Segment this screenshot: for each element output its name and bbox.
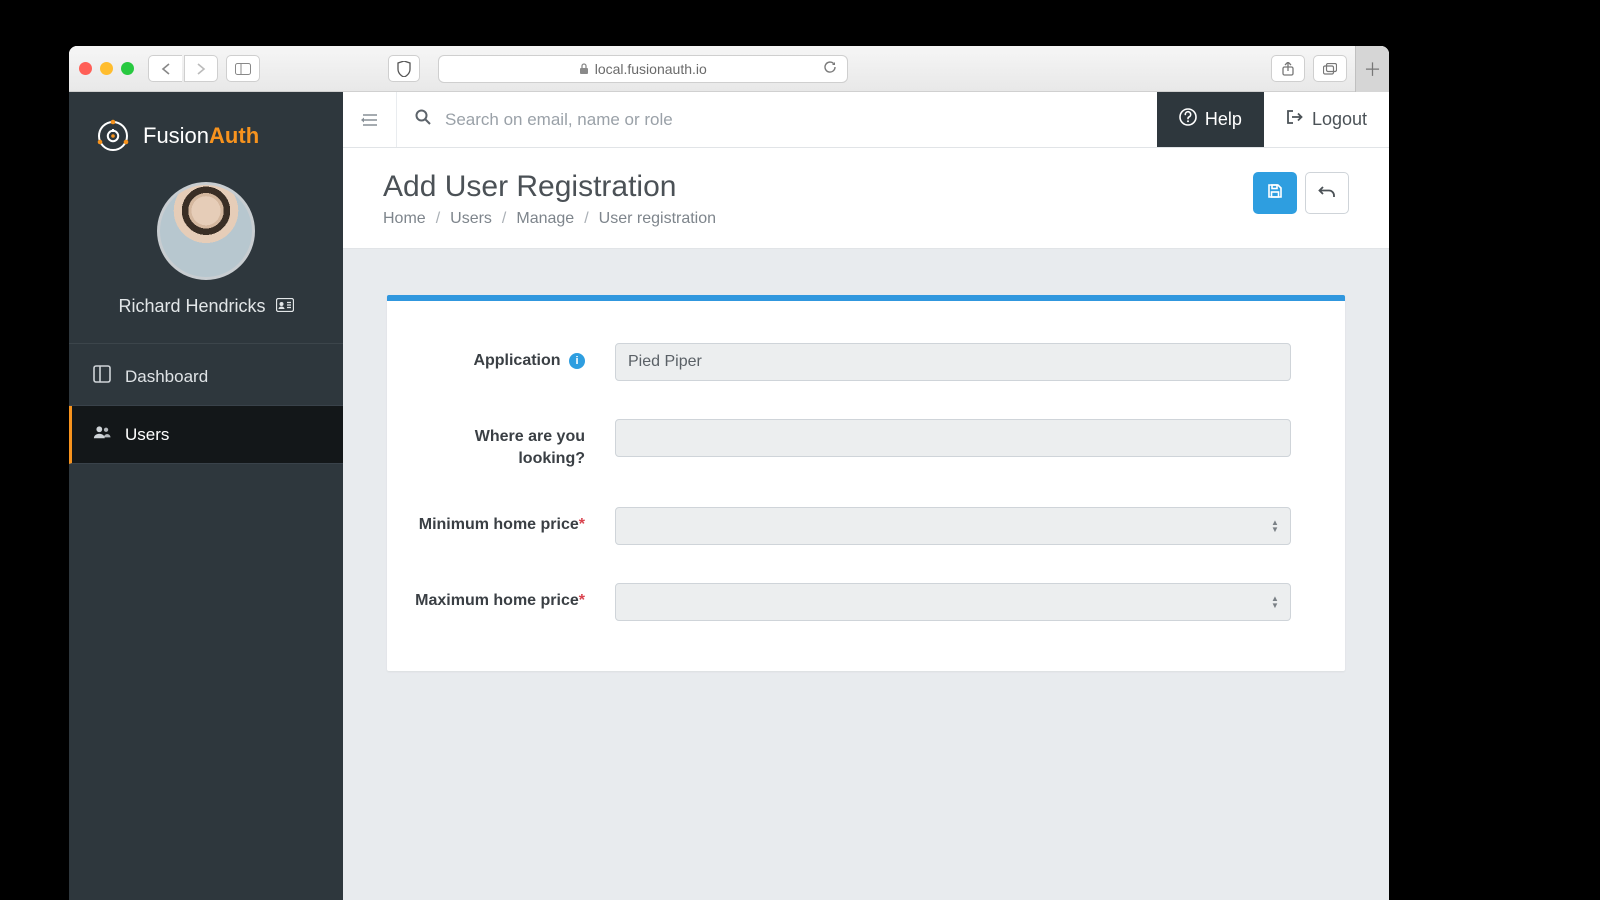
page-title: Add User Registration	[383, 170, 716, 204]
breadcrumb-item[interactable]: Users	[450, 210, 492, 228]
form-label: Minimum home price*	[411, 507, 591, 536]
breadcrumb-sep: /	[436, 210, 440, 228]
new-tab-button[interactable]: ＋	[1355, 46, 1389, 92]
privacy-shield-icon[interactable]	[388, 55, 420, 82]
breadcrumb-item[interactable]: Manage	[516, 210, 574, 228]
main: Help Logout Add User Registration Home /…	[343, 92, 1389, 900]
breadcrumb-sep: /	[584, 210, 588, 228]
breadcrumb-item: User registration	[599, 210, 716, 228]
form-row-min-price: Minimum home price* ▲▼	[411, 507, 1321, 545]
info-icon[interactable]: i	[569, 353, 585, 369]
minimize-window-button[interactable]	[100, 62, 113, 75]
form-row-application: Application i	[411, 343, 1321, 381]
reload-icon[interactable]	[823, 60, 837, 77]
zoom-window-button[interactable]	[121, 62, 134, 75]
undo-arrow-icon	[1318, 183, 1336, 203]
address-bar[interactable]: local.fusionauth.io	[438, 55, 848, 83]
page-header: Add User Registration Home / Users / Man…	[343, 148, 1389, 249]
profile-block: Richard Hendricks	[69, 172, 343, 344]
search-icon	[415, 109, 431, 130]
logout-icon	[1286, 109, 1304, 130]
form-row-where-looking: Where are you looking?	[411, 419, 1321, 469]
window-controls	[79, 62, 134, 75]
max-price-input[interactable]	[615, 583, 1291, 621]
brand-name: FusionAuth	[143, 123, 259, 149]
form-row-max-price: Maximum home price* ▲▼	[411, 583, 1321, 621]
profile-name: Richard Hendricks	[118, 296, 265, 317]
search-input[interactable]	[445, 110, 1139, 130]
sidebar-toggle-button[interactable]	[226, 55, 260, 82]
where-looking-input[interactable]	[615, 419, 1291, 457]
sidebar-item-label: Dashboard	[125, 367, 208, 387]
back-action-button[interactable]	[1305, 172, 1349, 214]
app-frame: FusionAuth Richard Hendricks Dashbo	[69, 92, 1389, 900]
browser-window: local.fusionauth.io ＋	[69, 46, 1389, 900]
sidebar: FusionAuth Richard Hendricks Dashbo	[69, 92, 343, 900]
breadcrumb-sep: /	[502, 210, 506, 228]
collapse-sidebar-button[interactable]	[343, 92, 397, 147]
application-input[interactable]	[615, 343, 1291, 381]
address-bar-text: local.fusionauth.io	[595, 61, 707, 77]
header-actions	[1253, 172, 1349, 214]
sidebar-item-label: Users	[125, 425, 169, 445]
back-button[interactable]	[148, 55, 182, 82]
save-button[interactable]	[1253, 172, 1297, 214]
save-icon	[1267, 183, 1283, 204]
lock-icon	[579, 63, 589, 75]
id-card-icon	[276, 296, 294, 317]
brand-logo-icon	[95, 118, 131, 154]
browser-toolbar: local.fusionauth.io ＋	[69, 46, 1389, 92]
content-area: Application i Where are you looking?	[343, 249, 1389, 717]
logout-label: Logout	[1312, 109, 1367, 130]
form-label: Maximum home price*	[411, 583, 591, 612]
tabs-button[interactable]	[1313, 55, 1347, 82]
logout-button[interactable]: Logout	[1264, 92, 1389, 147]
sidebar-item-dashboard[interactable]: Dashboard	[69, 348, 343, 406]
help-icon	[1179, 108, 1197, 131]
avatar[interactable]	[157, 182, 255, 280]
form-panel: Application i Where are you looking?	[387, 295, 1345, 671]
brand: FusionAuth	[69, 92, 343, 172]
profile-name-row[interactable]: Richard Hendricks	[118, 296, 293, 317]
forward-button[interactable]	[184, 55, 218, 82]
breadcrumb: Home / Users / Manage / User registratio…	[383, 210, 716, 228]
help-button[interactable]: Help	[1157, 92, 1264, 147]
breadcrumb-item[interactable]: Home	[383, 210, 426, 228]
min-price-input[interactable]	[615, 507, 1291, 545]
form-label: Application i	[411, 343, 591, 372]
panel-icon	[93, 365, 111, 388]
share-button[interactable]	[1271, 55, 1305, 82]
nav-buttons	[148, 55, 218, 82]
sidebar-nav: Dashboard Users	[69, 344, 343, 464]
help-label: Help	[1205, 109, 1242, 130]
sidebar-item-users[interactable]: Users	[69, 406, 343, 464]
users-icon	[93, 423, 111, 446]
topbar: Help Logout	[343, 92, 1389, 148]
close-window-button[interactable]	[79, 62, 92, 75]
topbar-search	[397, 92, 1157, 147]
form-label: Where are you looking?	[411, 419, 591, 469]
